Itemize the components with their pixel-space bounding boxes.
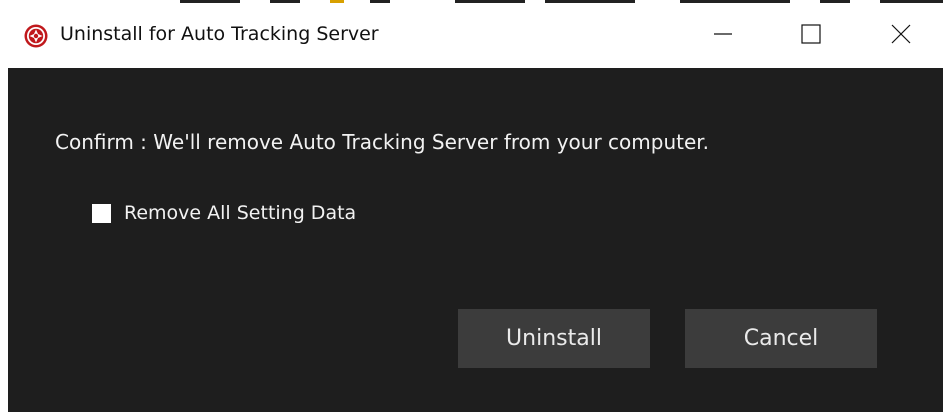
- close-button[interactable]: [856, 8, 943, 60]
- maximize-icon: [801, 24, 821, 44]
- minimize-button[interactable]: [678, 8, 768, 60]
- uninstall-button[interactable]: Uninstall: [458, 309, 650, 368]
- minimize-icon: [714, 33, 732, 35]
- window-title: Uninstall for Auto Tracking Server: [60, 23, 379, 45]
- title-bar[interactable]: Uninstall for Auto Tracking Server: [0, 8, 943, 68]
- remove-settings-option[interactable]: Remove All Setting Data: [92, 202, 356, 224]
- close-icon: [891, 24, 911, 44]
- confirm-message: Confirm : We'll remove Auto Tracking Ser…: [55, 130, 710, 154]
- app-logo-icon: [24, 24, 48, 48]
- dialog-content: Confirm : We'll remove Auto Tracking Ser…: [8, 68, 943, 412]
- remove-settings-checkbox[interactable]: [92, 203, 111, 223]
- maximize-button[interactable]: [766, 8, 856, 60]
- uninstall-window: Uninstall for Auto Tracking Server Confi…: [0, 8, 943, 412]
- background-window-strip: [0, 0, 943, 8]
- remove-settings-label[interactable]: Remove All Setting Data: [124, 202, 356, 224]
- cancel-button[interactable]: Cancel: [685, 309, 877, 368]
